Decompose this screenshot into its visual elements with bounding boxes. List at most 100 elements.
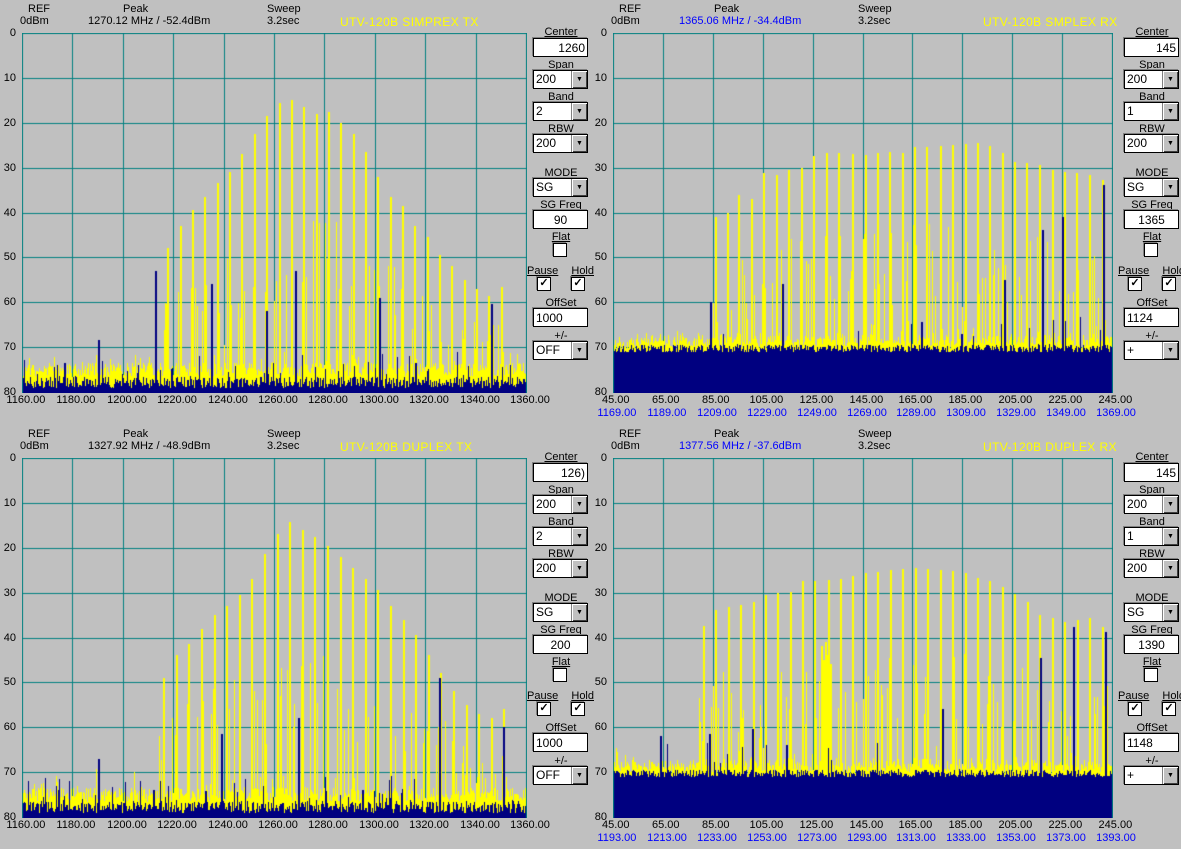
y-tick-label: 30 [4, 587, 16, 599]
pause-hold-label: PauseHold [1118, 690, 1181, 702]
spectrum-plot[interactable] [22, 458, 527, 818]
dropdown-arrow-icon[interactable] [1162, 342, 1178, 359]
panel-duplex-rx: REF 0dBm Peak 1377.56 MHz / -37.6dBm Swe… [591, 425, 1181, 849]
pause-checkbox[interactable] [537, 277, 551, 291]
spectrum-plot[interactable] [22, 33, 527, 393]
y-tick-label: 40 [595, 632, 607, 644]
pause-checkbox[interactable] [1128, 277, 1142, 291]
dropdown-arrow-icon[interactable] [571, 604, 587, 621]
offset-input[interactable] [1124, 308, 1179, 327]
sg-freq-input[interactable] [533, 635, 588, 654]
band-select[interactable]: 1 [1124, 527, 1179, 546]
x-tick-label: 1220.00 [157, 394, 197, 406]
x-tick-label: 145.00 [850, 819, 884, 831]
rbw-select[interactable]: 200 [533, 559, 588, 578]
plusminus-select[interactable]: + [1124, 766, 1179, 785]
x-tick-label: 185.00 [949, 819, 983, 831]
hold-checkbox[interactable] [571, 277, 585, 291]
offset-input[interactable] [533, 308, 588, 327]
sg-freq-input[interactable] [1124, 635, 1179, 654]
mode-select[interactable]: SG [1124, 603, 1179, 622]
dropdown-arrow-icon[interactable] [1162, 560, 1178, 577]
flat-checkbox[interactable] [1144, 243, 1158, 257]
center-input[interactable] [1124, 38, 1179, 57]
pause-hold-label: PauseHold [1118, 265, 1181, 277]
center-label: Center [1124, 451, 1180, 463]
offset-input[interactable] [1124, 733, 1179, 752]
ref-value: 0dBm [611, 15, 640, 27]
mode-select[interactable]: SG [1124, 178, 1179, 197]
mode-select[interactable]: SG [533, 603, 588, 622]
hold-checkbox[interactable] [1162, 702, 1176, 716]
x-tick-label: 165.00 [899, 819, 933, 831]
control-panel: Center Span 200 Band 1 RBW 200 MODE SG S… [1124, 425, 1180, 849]
sg-freq-input[interactable] [533, 210, 588, 229]
x-tick-label: 1309.00 [946, 407, 986, 419]
dropdown-arrow-icon[interactable] [571, 496, 587, 513]
y-tick-label: 0 [601, 27, 607, 39]
x-tick-label: 165.00 [899, 394, 933, 406]
dropdown-arrow-icon[interactable] [1162, 179, 1178, 196]
mode-select[interactable]: SG [533, 178, 588, 197]
rbw-select[interactable]: 200 [1124, 559, 1179, 578]
y-tick-label: 20 [595, 117, 607, 129]
flat-checkbox[interactable] [553, 243, 567, 257]
center-input[interactable] [533, 463, 588, 482]
hold-checkbox[interactable] [571, 702, 585, 716]
sweep-label: Sweep [858, 428, 892, 440]
sweep-value: 3.2sec [267, 15, 299, 27]
dropdown-arrow-icon[interactable] [571, 179, 587, 196]
flat-checkbox[interactable] [1144, 668, 1158, 682]
spectrum-plot[interactable] [613, 458, 1113, 818]
dropdown-arrow-icon[interactable] [1162, 528, 1178, 545]
dropdown-arrow-icon[interactable] [571, 71, 587, 88]
band-select[interactable]: 2 [533, 527, 588, 546]
y-tick-label: 0 [10, 452, 16, 464]
span-select[interactable]: 200 [533, 495, 588, 514]
band-select[interactable]: 1 [1124, 102, 1179, 121]
dropdown-arrow-icon[interactable] [1162, 767, 1178, 784]
center-label: Center [1124, 26, 1180, 38]
flat-label: Flat [533, 231, 589, 243]
plusminus-select[interactable]: OFF [533, 766, 588, 785]
band-select[interactable]: 2 [533, 102, 588, 121]
ref-label: REF [28, 3, 50, 15]
ref-label: REF [619, 3, 641, 15]
x-axis-labels: 45.0065.0085.00105.00125.00145.00165.001… [613, 819, 1113, 832]
sg-freq-input[interactable] [1124, 210, 1179, 229]
dropdown-arrow-icon[interactable] [1162, 135, 1178, 152]
plusminus-select[interactable]: OFF [533, 341, 588, 360]
hold-checkbox[interactable] [1162, 277, 1176, 291]
offset-input[interactable] [533, 733, 588, 752]
rbw-select[interactable]: 200 [533, 134, 588, 153]
peak-value: 1365.06 MHz / -34.4dBm [679, 15, 801, 27]
panel-title: UTV-120B DUPLEX RX [983, 440, 1117, 454]
dropdown-arrow-icon[interactable] [1162, 604, 1178, 621]
span-select[interactable]: 200 [1124, 495, 1179, 514]
center-input[interactable] [1124, 463, 1179, 482]
dropdown-arrow-icon[interactable] [571, 767, 587, 784]
x-tick-label: 1193.00 [597, 832, 636, 844]
spectrum-plot[interactable] [613, 33, 1113, 393]
center-input[interactable] [533, 38, 588, 57]
plusminus-select[interactable]: + [1124, 341, 1179, 360]
flat-checkbox[interactable] [553, 668, 567, 682]
dropdown-arrow-icon[interactable] [571, 342, 587, 359]
x-tick-label: 1233.00 [697, 832, 737, 844]
sweep-value: 3.2sec [858, 440, 890, 452]
dropdown-arrow-icon[interactable] [1162, 103, 1178, 120]
dropdown-arrow-icon[interactable] [571, 103, 587, 120]
y-tick-label: 10 [595, 497, 607, 509]
x-tick-label: 205.00 [999, 394, 1033, 406]
dropdown-arrow-icon[interactable] [571, 560, 587, 577]
span-select[interactable]: 200 [533, 70, 588, 89]
pause-checkbox[interactable] [1128, 702, 1142, 716]
x-tick-label: 1220.00 [157, 819, 197, 831]
rbw-select[interactable]: 200 [1124, 134, 1179, 153]
pause-checkbox[interactable] [537, 702, 551, 716]
dropdown-arrow-icon[interactable] [571, 528, 587, 545]
dropdown-arrow-icon[interactable] [1162, 71, 1178, 88]
dropdown-arrow-icon[interactable] [1162, 496, 1178, 513]
span-select[interactable]: 200 [1124, 70, 1179, 89]
dropdown-arrow-icon[interactable] [571, 135, 587, 152]
